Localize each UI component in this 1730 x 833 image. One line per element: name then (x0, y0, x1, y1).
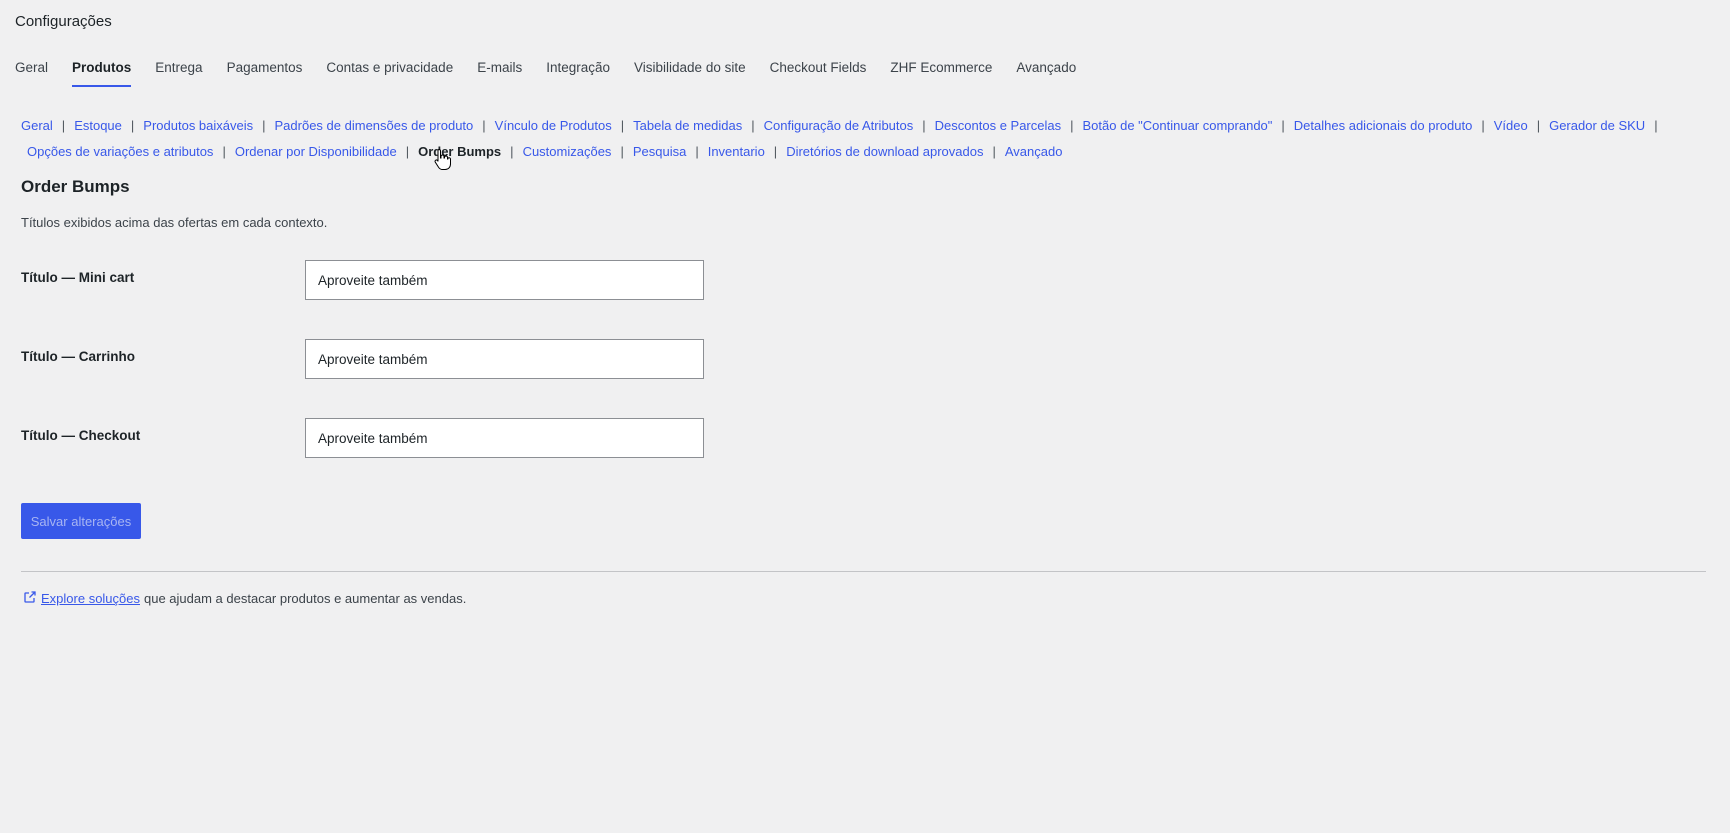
field-row-mini-cart: Título — Mini cart (21, 260, 721, 300)
tab-e-mails[interactable]: E-mails (477, 60, 522, 87)
field-row-checkout: Título — Checkout (21, 418, 721, 458)
subnav-separator: | (222, 144, 226, 159)
tab-zhf-ecommerce[interactable]: ZHF Ecommerce (890, 60, 992, 87)
page-title: Configurações (15, 13, 112, 30)
title-mini-cart-input[interactable] (305, 260, 704, 300)
subnav-separator: | (1070, 118, 1074, 133)
subnav-separator: | (130, 118, 135, 133)
subnav-separator: | (510, 144, 514, 159)
subnav-item-avancado[interactable]: Avançado (1005, 144, 1063, 159)
subnav-item-diretorios-de-download[interactable]: Diretórios de download aprovados (786, 144, 983, 159)
subnav-item-estoque[interactable]: Estoque (74, 118, 122, 133)
subnav-item-padroes-de-dimensoes[interactable]: Padrões de dimensões de produto (275, 118, 474, 133)
field-label-carrinho: Título — Carrinho (21, 349, 135, 364)
tab-geral[interactable]: Geral (15, 60, 48, 87)
subnav-separator: | (61, 118, 66, 133)
footer-note: Explore soluções que ajudam a destacar p… (23, 590, 466, 607)
field-row-carrinho: Título — Carrinho (21, 339, 721, 379)
field-label-checkout: Título — Checkout (21, 428, 141, 443)
subnav-item-vinculo-de-produtos[interactable]: Vínculo de Produtos (495, 118, 612, 133)
sub-section-nav: Geral | Estoque | Produtos baixáveis | Padrões… (21, 113, 1671, 165)
subnav-separator: | (1536, 118, 1541, 133)
footer-text: que ajudam a destacar produtos e aumenta… (144, 591, 467, 606)
subnav-item-tabela-de-medidas[interactable]: Tabela de medidas (633, 118, 742, 133)
subnav-item-opcoes-de-variacoes[interactable]: Opções de variações e atributos (27, 144, 213, 159)
subnav-item-botao-continuar-comprando[interactable]: Botão de "Continuar comprando" (1083, 118, 1273, 133)
main-tabs: Geral Produtos Entrega Pagamentos Contas… (15, 60, 1100, 87)
subnav-item-detalhes-adicionais[interactable]: Detalhes adicionais do produto (1294, 118, 1473, 133)
hand-pointer-cursor-icon (434, 148, 452, 175)
subnav-separator: | (1654, 118, 1658, 133)
save-button[interactable]: Salvar alterações (21, 503, 141, 539)
subnav-separator: | (262, 118, 266, 133)
subnav-item-order-bumps[interactable]: Order Bumps (418, 144, 501, 159)
section-description: Títulos exibidos acima das ofertas em ca… (21, 215, 328, 230)
tab-checkout-fields[interactable]: Checkout Fields (770, 60, 867, 87)
subnav-separator: | (1281, 118, 1285, 133)
tab-entrega[interactable]: Entrega (155, 60, 202, 87)
divider (21, 571, 1706, 572)
subnav-separator: | (405, 144, 410, 159)
external-link-icon (23, 590, 41, 607)
subnav-item-video[interactable]: Vídeo (1494, 118, 1528, 133)
subnav-item-pesquisa[interactable]: Pesquisa (633, 144, 686, 159)
section-title: Order Bumps (21, 177, 130, 196)
subnav-separator: | (751, 118, 755, 133)
title-checkout-input[interactable] (305, 418, 704, 458)
subnav-separator: | (620, 144, 624, 159)
subnav-item-produtos-baixaveis[interactable]: Produtos baixáveis (143, 118, 253, 133)
subnav-item-ordenar-por-disponibilidade[interactable]: Ordenar por Disponibilidade (235, 144, 397, 159)
field-label-mini-cart: Título — Mini cart (21, 270, 135, 285)
subnav-item-configuracao-de-atributos[interactable]: Configuração de Atributos (764, 118, 914, 133)
tab-avancado[interactable]: Avançado (1016, 60, 1076, 87)
subnav-separator: | (992, 144, 996, 159)
subnav-item-gerador-de-sku[interactable]: Gerador de SKU (1549, 118, 1645, 133)
subnav-item-geral[interactable]: Geral (21, 118, 53, 133)
subnav-item-descontos-e-parcelas[interactable]: Descontos e Parcelas (935, 118, 1061, 133)
tab-integracao[interactable]: Integração (546, 60, 610, 87)
subnav-separator: | (1481, 118, 1485, 133)
explore-solutions-link[interactable]: Explore soluções (41, 591, 140, 606)
subnav-separator: | (695, 144, 699, 159)
subnav-separator: | (773, 144, 778, 159)
tab-visibilidade-do-site[interactable]: Visibilidade do site (634, 60, 746, 87)
subnav-separator: | (922, 118, 926, 133)
settings-page: Configurações Geral Produtos Entrega Pag… (0, 0, 1730, 833)
subnav-item-inventario[interactable]: Inventario (708, 144, 765, 159)
subnav-item-customizacoes[interactable]: Customizações (523, 144, 612, 159)
subnav-separator: | (482, 118, 486, 133)
tab-produtos[interactable]: Produtos (72, 60, 132, 87)
tab-contas-e-privacidade[interactable]: Contas e privacidade (326, 60, 453, 87)
subnav-separator: | (620, 118, 625, 133)
tab-pagamentos[interactable]: Pagamentos (227, 60, 303, 87)
title-carrinho-input[interactable] (305, 339, 704, 379)
